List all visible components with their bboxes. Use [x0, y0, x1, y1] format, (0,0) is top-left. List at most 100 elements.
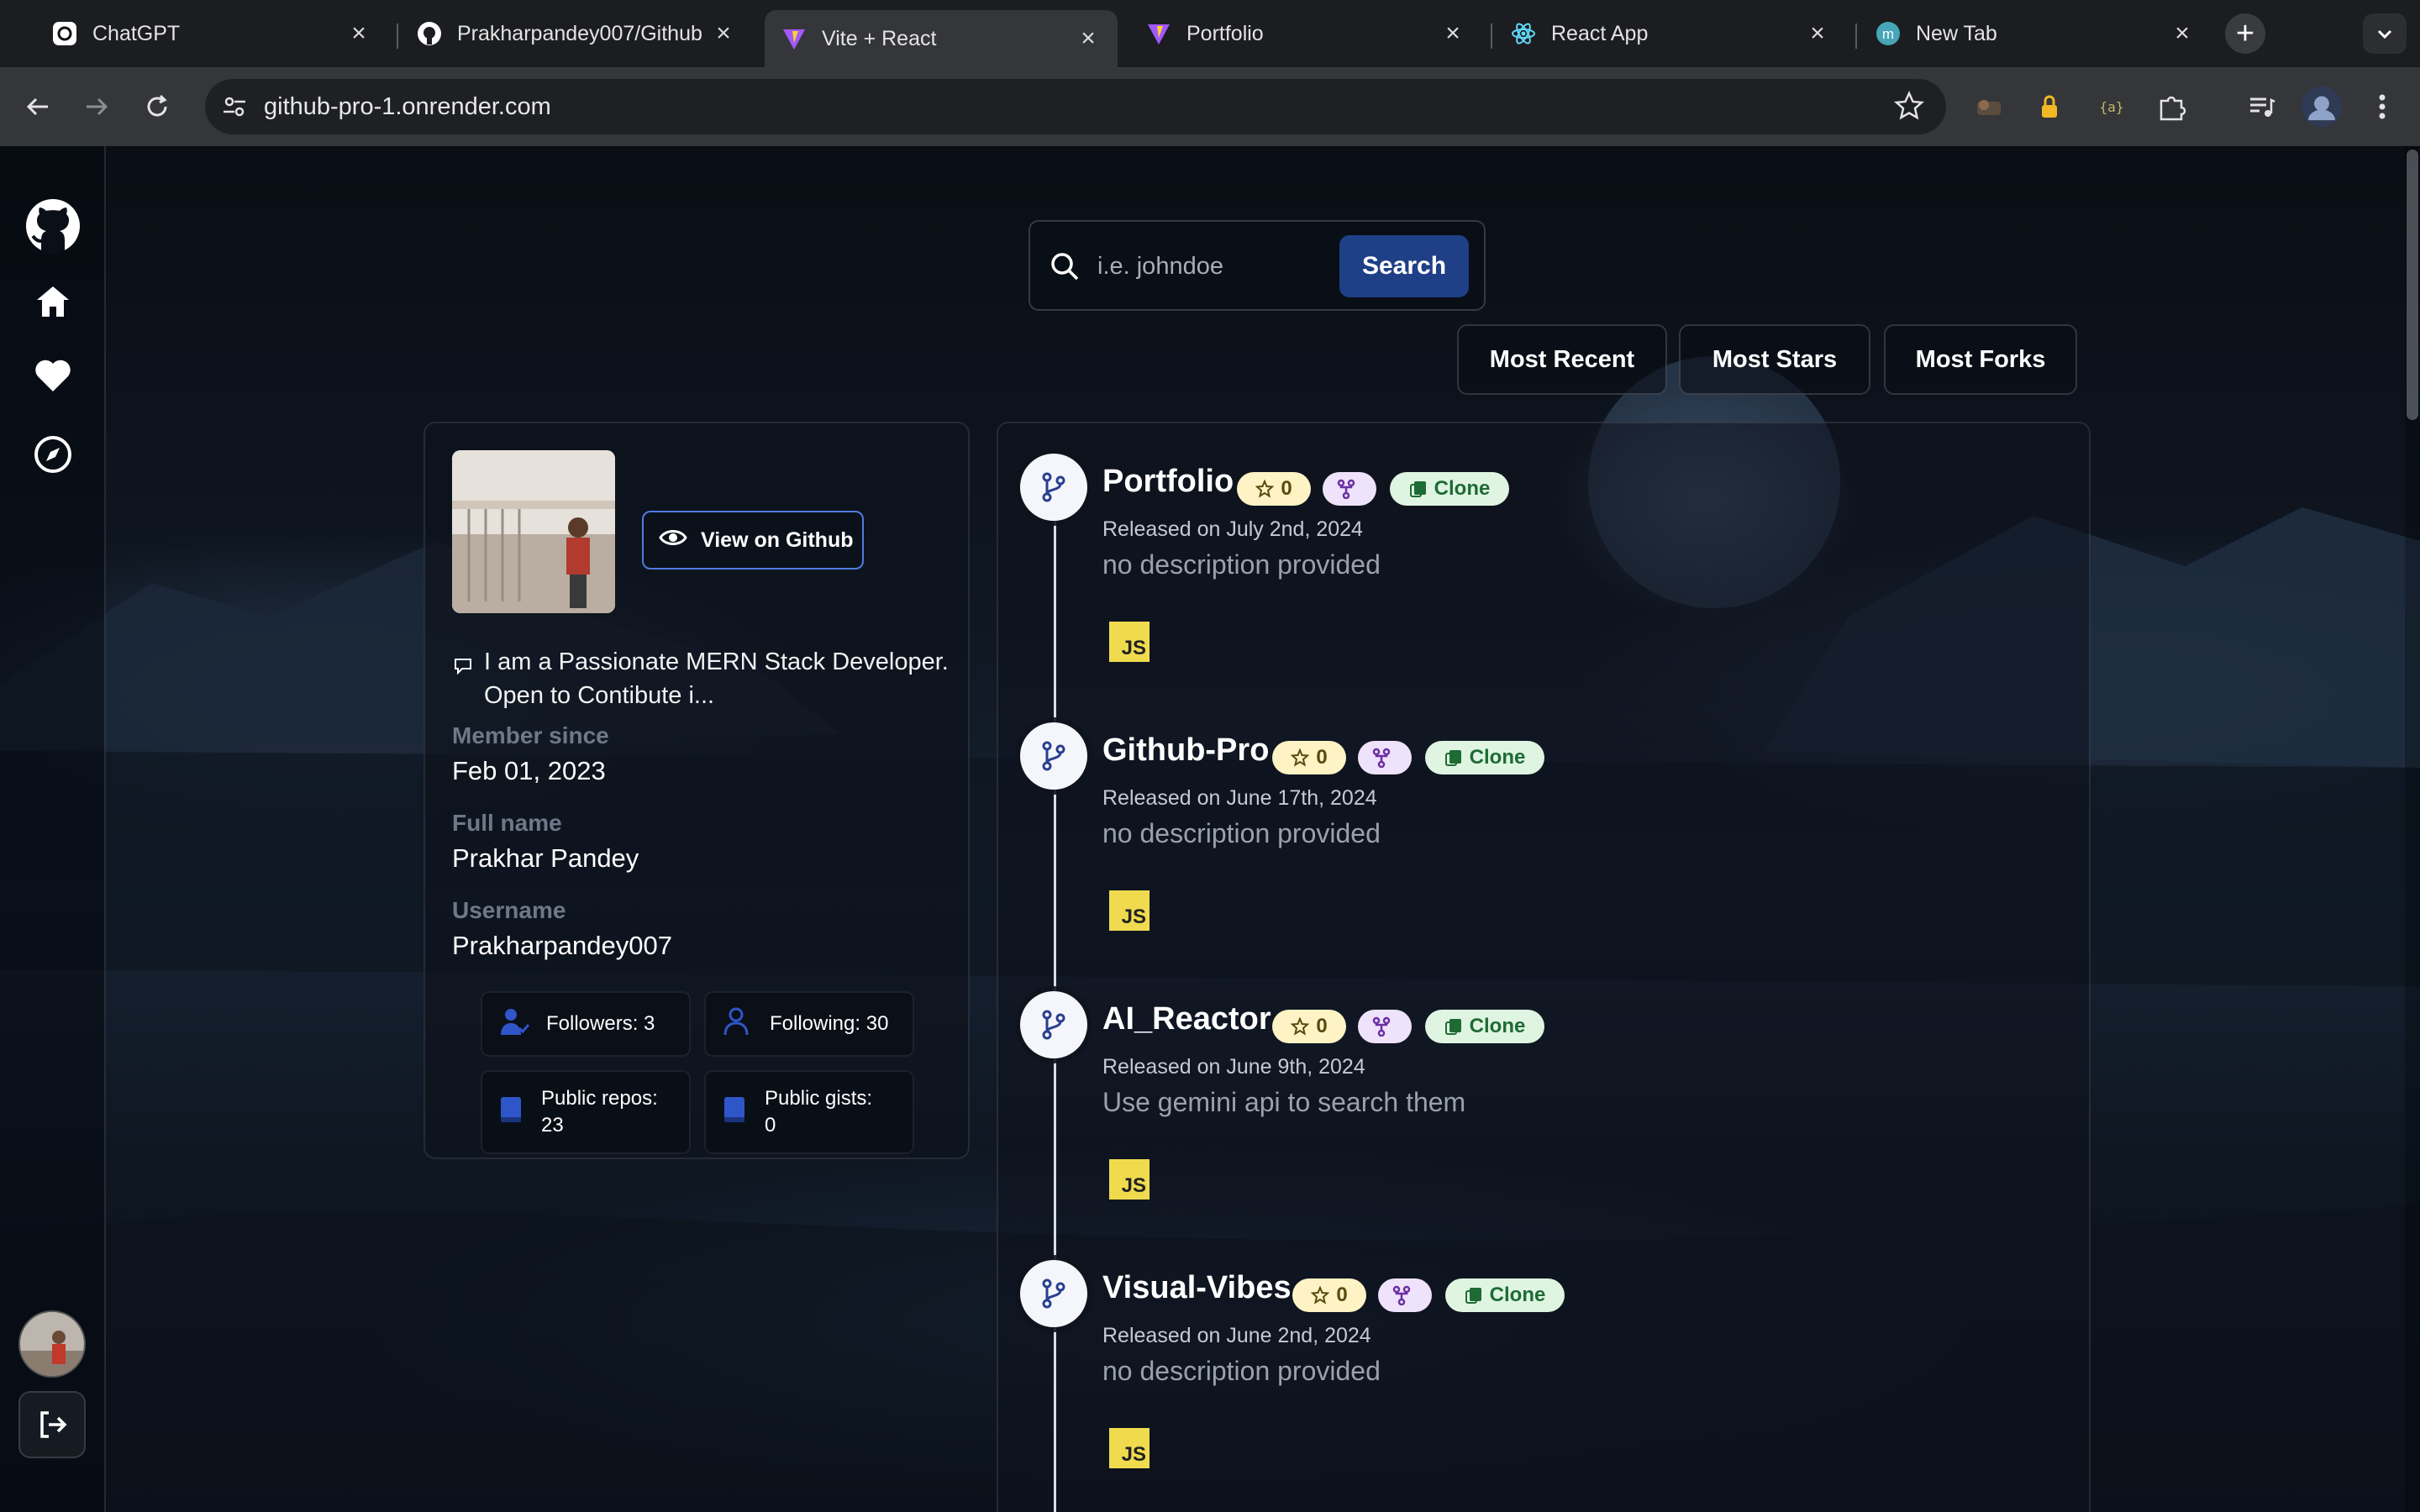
- repo-name-link[interactable]: Portfolio: [1102, 464, 1234, 500]
- repo-name-link[interactable]: Visual-Vibes: [1102, 1270, 1292, 1306]
- clone-label: Clone: [1469, 746, 1526, 769]
- github-icon: [417, 21, 442, 46]
- github-logo-icon[interactable]: [24, 197, 82, 255]
- clone-label: Clone: [1434, 477, 1491, 500]
- heart-icon[interactable]: [24, 346, 82, 405]
- vite-icon: [781, 26, 807, 51]
- close-icon[interactable]: ×: [1805, 19, 1830, 47]
- tab-title: Portfolio: [1186, 21, 1264, 45]
- tab-portfolio[interactable]: Portfolio ×: [1129, 10, 1482, 57]
- forward-button[interactable]: [76, 86, 118, 128]
- search-icon: [1049, 250, 1081, 286]
- clone-label: Clone: [1469, 1015, 1526, 1037]
- new-tab-button[interactable]: +: [2225, 13, 2265, 54]
- star-count: 0: [1281, 477, 1292, 500]
- tab-react-app[interactable]: React App ×: [1494, 10, 1847, 57]
- svg-text:{a}: {a}: [2100, 99, 2124, 115]
- user-check-icon: [499, 1006, 530, 1042]
- tab-github[interactable]: Prakharpandey007/Github ×: [400, 10, 753, 57]
- repo-description: no description provided: [1102, 818, 1381, 848]
- tab-chatgpt[interactable]: ChatGPT ×: [35, 10, 388, 57]
- bookmark-star-icon[interactable]: [1893, 90, 1925, 128]
- page-scrollbar-thumb[interactable]: [2407, 150, 2418, 420]
- chatgpt-icon: [52, 21, 77, 46]
- repo-description: no description provided: [1102, 1356, 1381, 1386]
- public-repos-value: 23: [541, 1114, 564, 1137]
- address-bar[interactable]: github-pro-1.onrender.com: [205, 79, 1946, 134]
- chat-bubble-icon: [452, 652, 474, 685]
- book-icon: [723, 1095, 748, 1130]
- copy-icon: [1444, 750, 1461, 766]
- tab-vite-react[interactable]: Vite + React ×: [765, 10, 1118, 67]
- full-name-value: Prakhar Pandey: [452, 843, 639, 873]
- following-stat: Following: 30: [704, 991, 914, 1057]
- sort-most-recent-button[interactable]: Most Recent: [1457, 324, 1667, 395]
- json-extension-icon[interactable]: {a}: [2091, 86, 2133, 128]
- profile-avatar-icon[interactable]: [2301, 86, 2343, 128]
- avatar[interactable]: [18, 1310, 86, 1378]
- logout-icon: [40, 1411, 67, 1438]
- star-icon: [1255, 480, 1275, 498]
- sort-most-forks-button[interactable]: Most Forks: [1884, 324, 2077, 395]
- branch-icon: [1020, 991, 1087, 1058]
- sort-most-stars-button[interactable]: Most Stars: [1679, 324, 1870, 395]
- username-value: Prakharpandey007: [452, 931, 672, 960]
- followers-text: Followers: 3: [546, 1012, 655, 1035]
- search-input[interactable]: [1097, 247, 1324, 286]
- profile-card: View on Github I am a Passionate MERN St…: [424, 422, 970, 1159]
- clone-button[interactable]: Clone: [1445, 1278, 1565, 1312]
- book-icon: [499, 1095, 524, 1130]
- media-control-icon[interactable]: [2240, 86, 2282, 128]
- extensions-puzzle-icon[interactable]: [2151, 86, 2193, 128]
- home-icon[interactable]: [24, 272, 82, 331]
- username-label: Username: [452, 897, 566, 923]
- back-button[interactable]: [17, 86, 59, 128]
- reload-button[interactable]: [136, 86, 178, 128]
- fork-icon: [1372, 748, 1391, 768]
- tab-new-tab[interactable]: m New Tab ×: [1859, 10, 2212, 57]
- profile-photo: [452, 450, 615, 613]
- clone-button[interactable]: Clone: [1425, 741, 1544, 774]
- star-count: 0: [1316, 746, 1328, 769]
- fork-icon: [1372, 1016, 1391, 1037]
- fork-badge: [1323, 472, 1376, 506]
- tab-title: Prakharpandey007/Github: [457, 21, 702, 45]
- site-settings-icon[interactable]: [220, 92, 249, 121]
- search-button[interactable]: Search: [1339, 235, 1469, 297]
- star-count-badge: 0: [1237, 472, 1311, 506]
- star-count-badge: 0: [1272, 1010, 1346, 1043]
- close-icon[interactable]: ×: [1076, 24, 1101, 52]
- member-since-value: Feb 01, 2023: [452, 756, 606, 785]
- extension-icon[interactable]: [1968, 86, 2010, 128]
- star-count-badge: 0: [1272, 741, 1346, 774]
- close-icon[interactable]: ×: [346, 19, 371, 47]
- javascript-icon: JS: [1109, 622, 1150, 662]
- clone-button[interactable]: Clone: [1425, 1010, 1544, 1043]
- m-icon: m: [1876, 21, 1901, 46]
- tab-search-button[interactable]: [2363, 13, 2407, 54]
- public-gists-label: Public gists:: [765, 1087, 873, 1110]
- repo-item: Portfolio 0 Clone Released on July 2nd, …: [998, 423, 2091, 692]
- eye-icon: [659, 528, 687, 554]
- compass-icon[interactable]: [24, 425, 82, 484]
- close-icon[interactable]: ×: [711, 19, 736, 47]
- fork-icon: [1392, 1285, 1411, 1305]
- chevron-down-icon: [2377, 29, 2392, 39]
- release-date: Released on June 9th, 2024: [1102, 1055, 1365, 1079]
- view-on-github-label: View on Github: [701, 528, 854, 552]
- close-icon[interactable]: ×: [2170, 19, 2195, 47]
- repo-name-link[interactable]: AI_Reactor: [1102, 1001, 1271, 1037]
- release-date: Released on June 17th, 2024: [1102, 786, 1377, 810]
- view-on-github-button[interactable]: View on Github: [642, 511, 864, 570]
- tab-title: Vite + React: [822, 26, 937, 50]
- react-icon: [1511, 21, 1536, 46]
- more-menu-icon[interactable]: [2361, 86, 2403, 128]
- star-icon: [1311, 1286, 1330, 1305]
- logout-button[interactable]: [18, 1391, 86, 1458]
- clone-button[interactable]: Clone: [1390, 472, 1509, 506]
- sidebar: [0, 146, 106, 1512]
- close-icon[interactable]: ×: [1440, 19, 1465, 47]
- lock-extension-icon[interactable]: [2028, 86, 2070, 128]
- followers-stat: Followers: 3: [481, 991, 691, 1057]
- repo-name-link[interactable]: Github-Pro: [1102, 732, 1269, 769]
